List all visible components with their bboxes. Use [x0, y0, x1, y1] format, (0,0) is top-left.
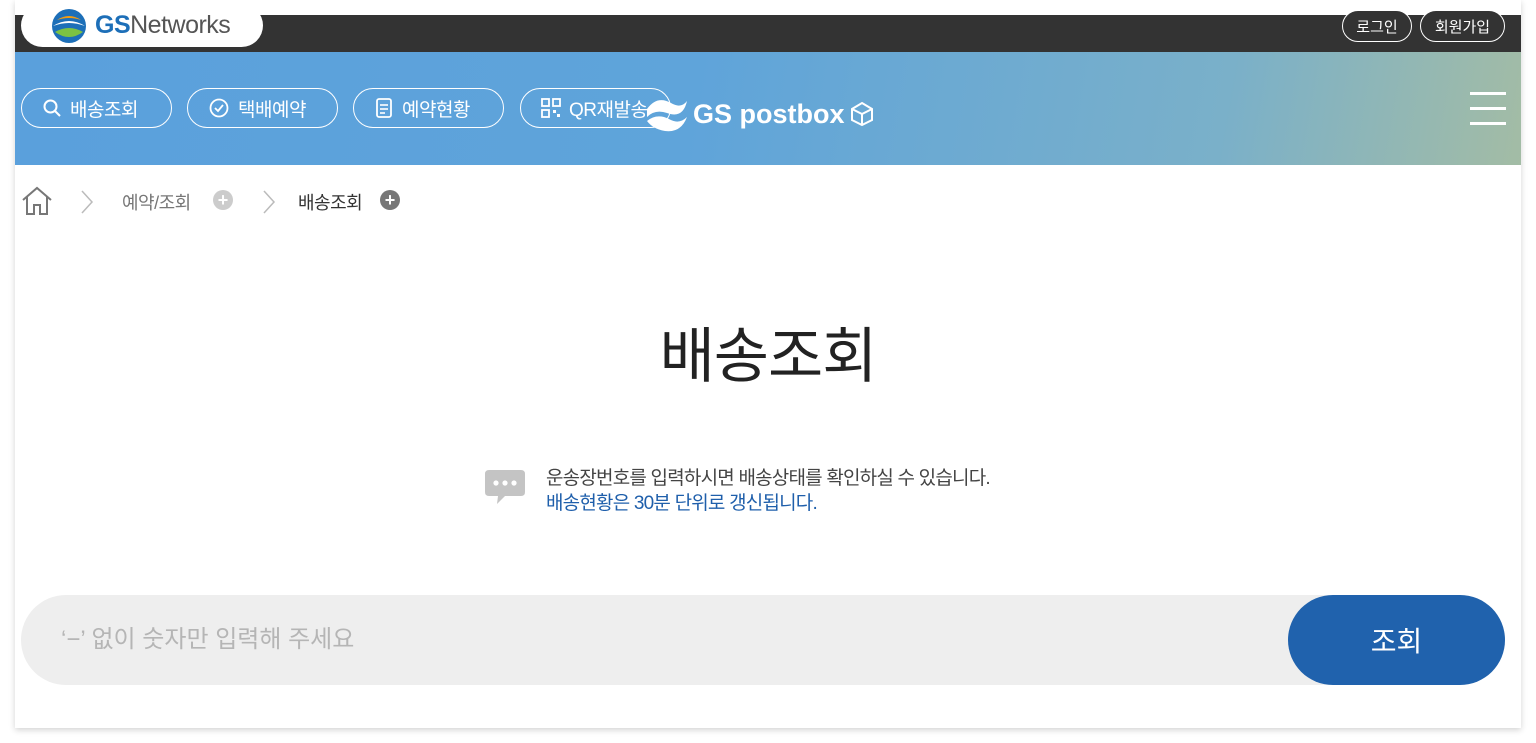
search-button[interactable]: 조회: [1288, 595, 1505, 685]
speech-bubble-icon: [485, 470, 525, 504]
nav-item-label: 배송조회: [70, 99, 138, 121]
gs-logo-icon: [52, 8, 86, 43]
chevron-right-icon: [263, 190, 276, 214]
notice-text: 운송장번호를 입력하시면 배송상태를 확인하실 수 있습니다.: [546, 468, 991, 489]
page-title: 배송조회: [659, 323, 878, 390]
notice: 운송장번호를 입력하시면 배송상태를 확인하실 수 있습니다. 배송현황은 30…: [483, 460, 1083, 520]
login-button[interactable]: 로그인: [1342, 10, 1412, 42]
document-icon: [376, 98, 392, 118]
breadcrumb-item-tracking[interactable]: 배송조회: [298, 189, 363, 215]
nav-item-label: 예약현황: [402, 99, 470, 121]
hamburger-icon[interactable]: [1470, 92, 1506, 128]
plus-icon[interactable]: +: [213, 190, 233, 210]
nav-item-label: QR재발송: [569, 99, 648, 121]
breadcrumb: 예약/조회 + 배송조회 +: [15, 185, 615, 217]
page-frame: GSNetworks 로그인 회원가입 배송조회 택배예약 예약현황 QR재발송…: [15, 0, 1521, 728]
notice-highlight-text: 배송현황은 30분 단위로 갱신됩니다.: [546, 493, 818, 514]
home-icon[interactable]: [20, 185, 54, 217]
box-icon: [850, 101, 873, 127]
nav-item-reservation[interactable]: 택배예약: [187, 88, 338, 128]
qr-icon: [541, 98, 561, 118]
brand-name: GSNetworks: [95, 11, 231, 39]
signup-button[interactable]: 회원가입: [1420, 10, 1505, 42]
postbox-logo-text: GS postbox: [693, 98, 845, 129]
gs-networks-logo[interactable]: GSNetworks: [21, 4, 263, 47]
breadcrumb-item-reservation[interactable]: 예약/조회: [122, 189, 191, 215]
tracking-number-input[interactable]: [61, 595, 1261, 685]
nav-bar: 배송조회 택배예약 예약현황 QR재발송 GS postbox: [15, 52, 1521, 165]
tracking-search-bar: 조회: [21, 595, 1505, 685]
nav-item-tracking[interactable]: 배송조회: [21, 88, 172, 128]
postbox-wave-icon: [647, 100, 687, 132]
search-icon: [43, 99, 61, 117]
nav-item-label: 택배예약: [238, 99, 306, 121]
clock-icon: [209, 98, 229, 118]
gs-postbox-logo[interactable]: GS postbox: [643, 90, 875, 138]
plus-icon[interactable]: +: [380, 190, 400, 210]
chevron-right-icon: [81, 190, 94, 214]
nav-item-reservation-status[interactable]: 예약현황: [353, 88, 504, 128]
